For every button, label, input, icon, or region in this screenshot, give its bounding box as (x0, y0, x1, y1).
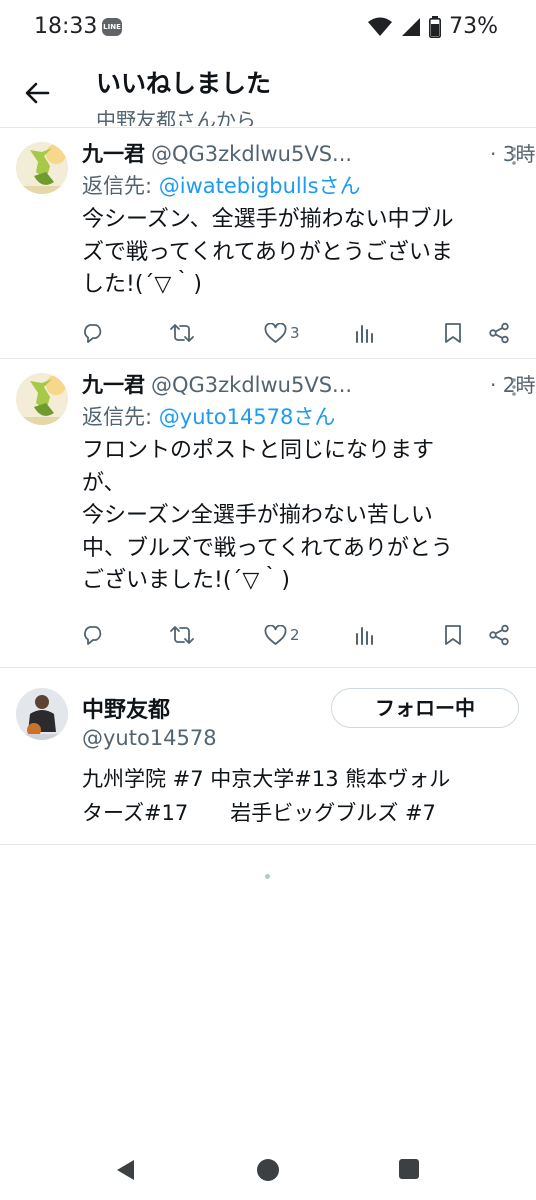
divider (0, 844, 536, 845)
reply-prefix: 返信先: (82, 174, 159, 198)
views-button[interactable] (354, 622, 374, 648)
page-header: いいねしました 中野友都さんから (0, 56, 536, 126)
profile-bio: 九州学院 #7 中京大学#13 熊本ヴォル ターズ#17 岩手ビッグブルズ #7 (82, 767, 451, 825)
more-icon[interactable] (510, 375, 518, 399)
author-name[interactable]: 九一君 (82, 373, 145, 397)
like-button[interactable]: 3 (264, 320, 300, 346)
status-indicators: 73% (367, 14, 498, 39)
retweet-icon (170, 626, 194, 644)
reply-button[interactable] (82, 320, 104, 346)
battery-icon (429, 15, 442, 38)
reply-icon (84, 324, 102, 343)
author-handle[interactable]: @QG3zkdlwu5VS... (151, 373, 352, 397)
status-bar: 18:33 LINE 73% (0, 0, 536, 56)
system-nav-bar (0, 1140, 536, 1200)
loading-indicator (265, 874, 270, 879)
reply-prefix: 返信先: (82, 405, 159, 429)
views-icon (356, 627, 373, 645)
retweet-button[interactable] (170, 622, 194, 648)
like-button[interactable]: 2 (264, 622, 300, 648)
reply-button[interactable] (82, 622, 104, 648)
bookmark-button[interactable] (444, 622, 462, 648)
page-subtitle: 中野友都さんから (96, 108, 256, 126)
more-icon[interactable] (510, 144, 518, 168)
avatar[interactable] (16, 142, 68, 194)
nav-home-icon[interactable] (256, 1158, 280, 1182)
tweet-actions: 3 (0, 320, 536, 348)
retweet-icon (170, 324, 194, 342)
tweet-text: 今シーズン、全選手が揃わない中ブル ズで戦ってくれてありがとうございま した!(… (82, 207, 454, 297)
tweet[interactable]: 九一君@QG3zkdlwu5VS... · 2時間 返信先: @yuto1457… (0, 359, 536, 667)
profile-name[interactable]: 中野友都 (82, 692, 170, 724)
views-icon (356, 325, 373, 343)
tweet-header: 九一君@QG3zkdlwu5VS... · 3時間 (82, 138, 536, 168)
retweet-button[interactable] (170, 320, 194, 346)
bookmark-icon (445, 625, 461, 645)
nav-back-icon[interactable] (114, 1158, 136, 1182)
bookmark-icon (445, 323, 461, 343)
user-profile-card[interactable]: 中野友都 @yuto14578 フォロー中 九州学院 #7 中京大学#13 熊本… (0, 668, 536, 844)
status-time: 18:33 (34, 14, 98, 39)
avatar[interactable] (16, 688, 68, 740)
signal-icon (402, 17, 421, 36)
heart-icon (264, 624, 287, 645)
heart-icon (264, 322, 287, 343)
share-button[interactable] (488, 622, 510, 648)
views-button[interactable] (354, 320, 374, 346)
reply-icon (84, 626, 102, 645)
share-icon (489, 322, 509, 344)
reply-context: 返信先: @iwatebigbullsさん (82, 170, 361, 200)
tweet[interactable]: 九一君@QG3zkdlwu5VS... · 3時間 返信先: @iwatebig… (0, 128, 536, 358)
author-name[interactable]: 九一君 (82, 142, 145, 166)
share-button[interactable] (488, 320, 510, 346)
reply-context: 返信先: @yuto14578さん (82, 401, 335, 431)
tweet-header: 九一君@QG3zkdlwu5VS... · 2時間 (82, 369, 536, 399)
tweet-text: フロントのポストと同じになります が、 今シーズン全選手が揃わない苦しい 中、ブ… (82, 438, 453, 593)
battery-percent: 73% (449, 14, 498, 39)
tweet-actions: 2 (0, 622, 536, 650)
bookmark-button[interactable] (444, 320, 462, 346)
following-button[interactable]: フォロー中 (331, 688, 519, 728)
like-count: 2 (290, 626, 300, 644)
reply-mention[interactable]: @iwatebigbullsさん (159, 174, 361, 198)
share-icon (489, 624, 509, 646)
line-notification-icon: LINE (102, 18, 122, 36)
nav-recents-icon[interactable] (398, 1158, 420, 1180)
like-count: 3 (290, 324, 300, 342)
reply-mention[interactable]: @yuto14578さん (159, 405, 336, 429)
wifi-icon (368, 17, 393, 36)
profile-handle[interactable]: @yuto14578 (82, 726, 217, 750)
page-title: いいねしました (96, 69, 272, 98)
avatar[interactable] (16, 373, 68, 425)
author-handle[interactable]: @QG3zkdlwu5VS... (151, 142, 352, 166)
back-arrow-icon[interactable] (20, 76, 54, 110)
